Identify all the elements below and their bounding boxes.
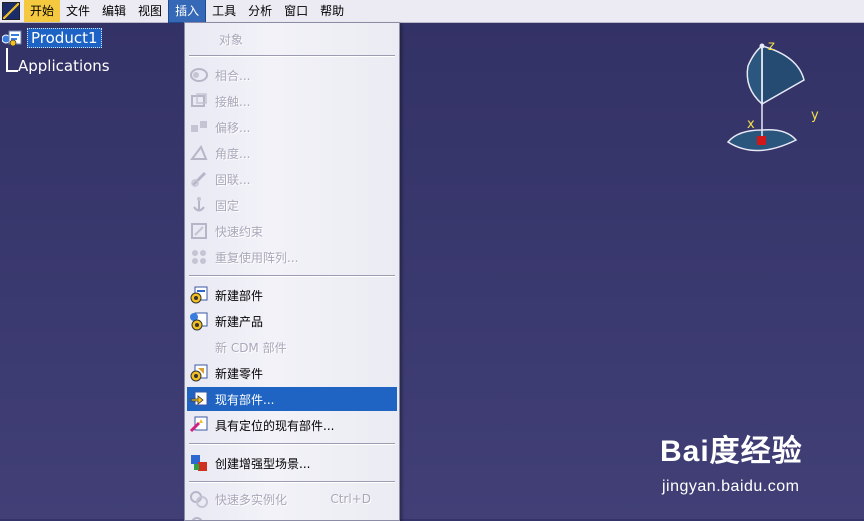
menu-separator (189, 443, 395, 445)
quick-constraint-icon (191, 223, 207, 239)
fix-together-icon (191, 171, 207, 187)
blank-icon (189, 29, 209, 49)
tree-node-applications[interactable]: Applications (6, 48, 146, 78)
menu-item-coincidence[interactable]: 相合... (187, 63, 397, 87)
menu-help[interactable]: 帮助 (314, 0, 350, 22)
reuse-pattern-icon (192, 250, 206, 264)
menu-item-fix[interactable]: 固定 (187, 193, 397, 217)
angle-icon (190, 145, 208, 160)
menu-item-fast-multi-instantiation[interactable]: 快速多实例化 Ctrl+D (187, 487, 397, 511)
app-logo-icon[interactable] (2, 2, 20, 20)
menu-item-enhanced-scene[interactable]: 创建增强型场景... (187, 451, 397, 475)
menu-item-reuse-pattern[interactable]: 重复使用阵列... (187, 245, 397, 269)
contact-icon (191, 93, 207, 107)
existing-component-positioning-icon (189, 416, 208, 433)
menu-bar: 开始 文件 编辑 视图 插入 工具 分析 窗口 帮助 (0, 0, 864, 23)
menu-item-new-product[interactable]: 新建产品 (187, 309, 397, 333)
blank-icon (189, 337, 209, 357)
compass-widget[interactable]: z y x (716, 36, 826, 166)
menu-insert[interactable]: 插入 (168, 0, 207, 23)
tree-child-label[interactable]: Applications (18, 57, 110, 75)
watermark-brand: Bai度经验 (660, 435, 803, 468)
menu-tools[interactable]: 工具 (206, 0, 242, 22)
define-multi-instantiation-icon (191, 517, 203, 520)
menu-edit[interactable]: 编辑 (96, 0, 132, 22)
menu-file[interactable]: 文件 (60, 0, 96, 22)
tree-branch-line (6, 48, 18, 72)
coincidence-icon (190, 68, 208, 82)
menu-item-quick-constraint[interactable]: 快速约束 (187, 219, 397, 243)
menu-start[interactable]: 开始 (24, 0, 61, 22)
new-product-icon (190, 312, 208, 331)
menu-item-existing-component[interactable]: 现有部件... (187, 387, 397, 411)
compass-y-label: y (811, 108, 819, 123)
baidu-watermark: Bai度经验 jingyan.baidu.com (660, 426, 860, 506)
menu-item-angle[interactable]: 角度... (187, 141, 397, 165)
menu-item-fix-together[interactable]: 固联... (187, 167, 397, 191)
new-component-icon (190, 286, 208, 304)
insert-menu-dropdown: 对象 相合... 接触... 偏移... 角度... 固联... 固定 快速约束… (184, 22, 400, 521)
watermark-url: jingyan.baidu.com (662, 478, 800, 495)
offset-icon (191, 121, 207, 132)
menu-item-new-cdm-component[interactable]: 新 CDM 部件 (187, 335, 397, 359)
new-part-icon (190, 364, 208, 382)
existing-component-icon (190, 391, 208, 406)
menu-window[interactable]: 窗口 (278, 0, 314, 22)
menu-separator (189, 55, 395, 57)
menu-item-offset[interactable]: 偏移... (187, 115, 397, 139)
multi-instantiation-icon (190, 491, 208, 508)
compass-x-label: x (747, 117, 755, 132)
enhanced-scene-icon (191, 455, 207, 471)
menu-separator (189, 275, 395, 277)
menu-item-new-part[interactable]: 新建零件 (187, 361, 397, 385)
shortcut-text: Ctrl+D (330, 492, 371, 506)
product-icon (2, 30, 22, 46)
menu-item-existing-component-positioning[interactable]: 具有定位的现有部件... (187, 413, 397, 437)
tree-root-label[interactable]: Product1 (27, 28, 102, 48)
menu-analyze[interactable]: 分析 (242, 0, 278, 22)
menu-item-contact[interactable]: 接触... (187, 89, 397, 113)
menu-separator (189, 481, 395, 483)
tree-node-product1[interactable]: Product1 (2, 26, 122, 48)
menu-item-cutoff[interactable] (187, 513, 397, 520)
menu-item-object[interactable]: 对象 (187, 27, 397, 51)
compass-z-label: z (768, 39, 775, 54)
menu-item-new-component[interactable]: 新建部件 (187, 283, 397, 307)
menu-view[interactable]: 视图 (132, 0, 168, 22)
anchor-icon (193, 197, 205, 212)
